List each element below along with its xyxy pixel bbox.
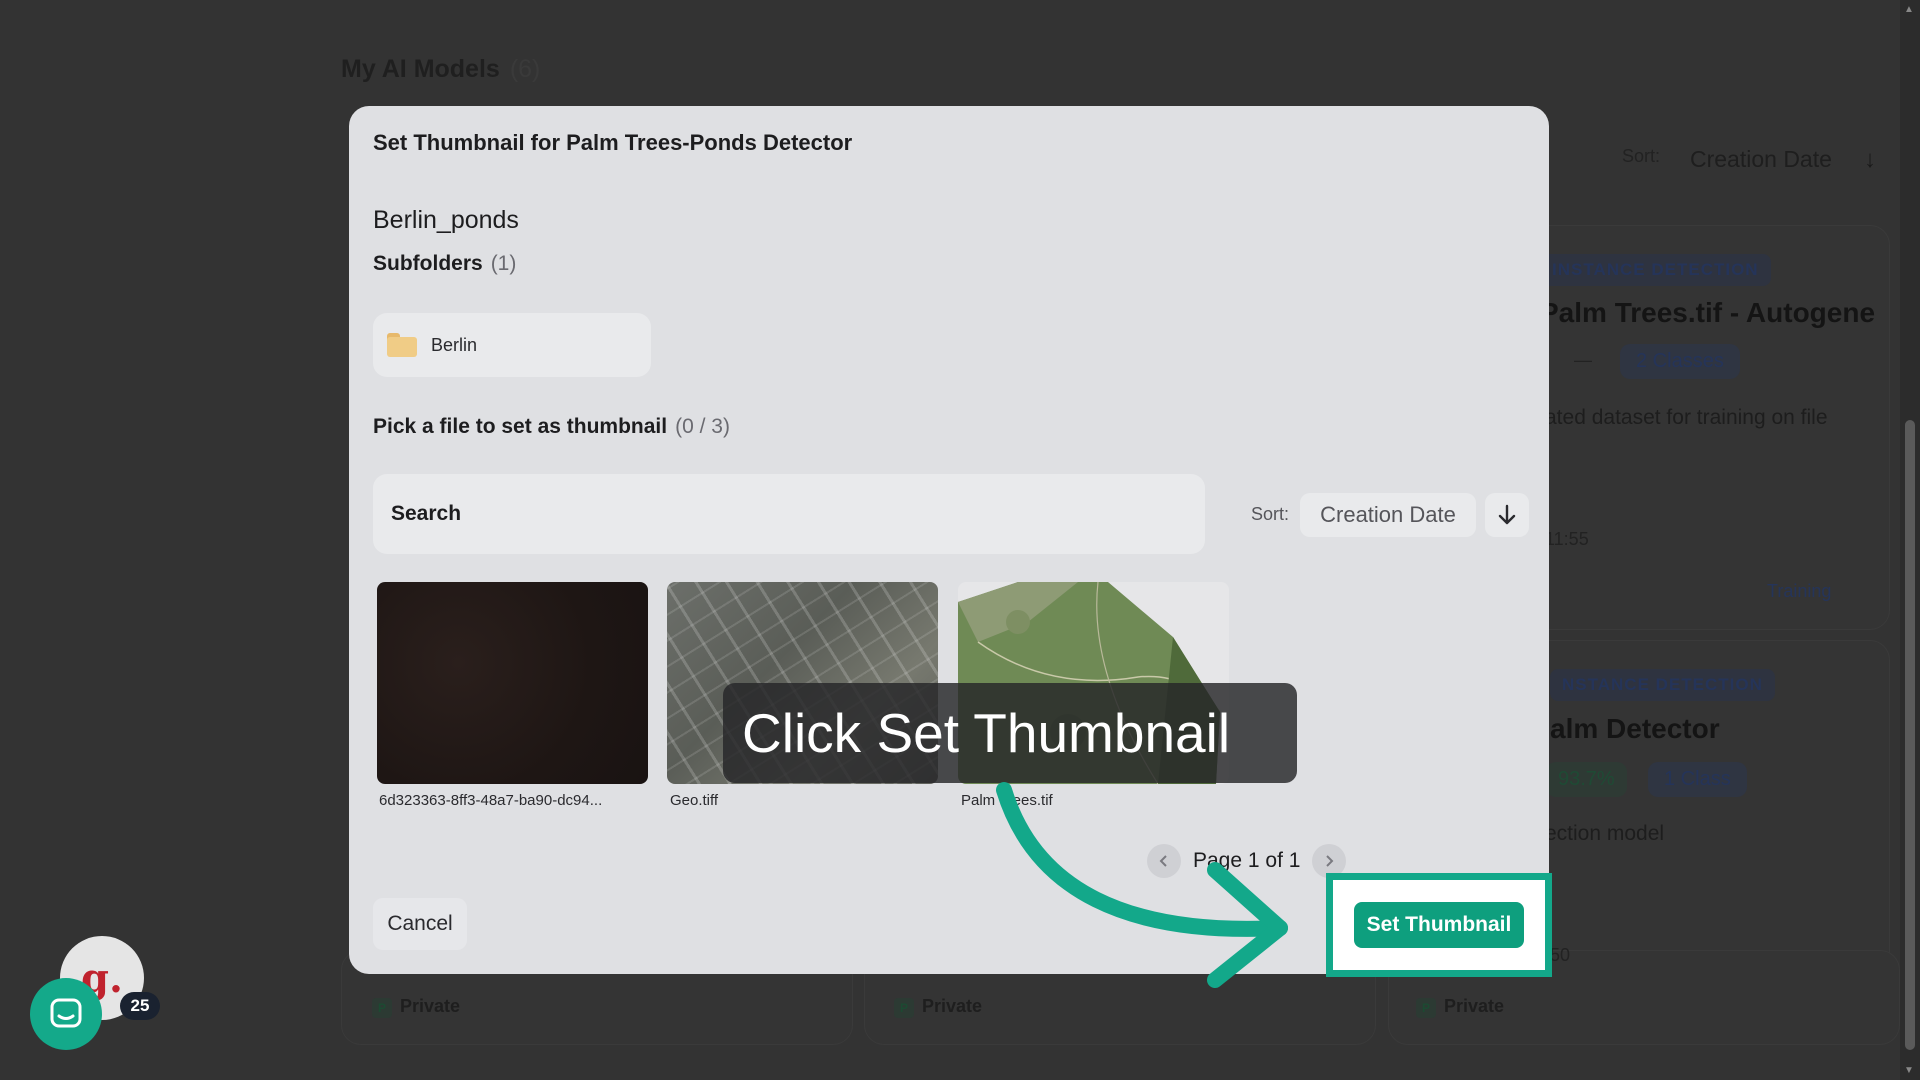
- chat-icon: [50, 998, 82, 1028]
- set-thumbnail-button[interactable]: Set Thumbnail: [1354, 902, 1524, 948]
- page-scrollbar[interactable]: ▲ ▼: [1900, 0, 1920, 1080]
- search-input[interactable]: [373, 474, 1205, 554]
- sort-label: Sort:: [1251, 504, 1290, 524]
- file-thumbnail[interactable]: [377, 582, 648, 784]
- sort-select[interactable]: Creation Date: [1300, 493, 1476, 537]
- sort-direction-button[interactable]: [1485, 493, 1529, 537]
- training-status: Training: [1767, 581, 1832, 601]
- pick-file-heading: Pick a file to set as thumbnail (0 / 3): [373, 415, 730, 438]
- file-name: Geo.tiff: [670, 792, 719, 809]
- accuracy-badge: 93.7%: [1546, 762, 1627, 797]
- tutorial-arrow-icon: [996, 782, 1288, 988]
- subfolders-heading: Subfolders (1): [373, 252, 517, 275]
- scroll-up-icon[interactable]: ▲: [1904, 4, 1914, 15]
- subfolder-label: Berlin: [431, 334, 478, 355]
- model-type-tag: INSTANCE DETECTION: [1540, 254, 1771, 286]
- bg-sort-direction-icon[interactable]: ↓: [1864, 146, 1876, 174]
- privacy-label: P Private: [1416, 996, 1504, 1018]
- folder-icon: [387, 333, 417, 357]
- subfolder-item[interactable]: Berlin: [373, 313, 651, 377]
- model-time: 50: [1550, 945, 1571, 965]
- model-time: 11:55: [1545, 529, 1589, 549]
- model-description: ection model: [1545, 822, 1665, 845]
- bg-sort-label: Sort:: [1622, 146, 1661, 166]
- notification-badge: 25: [120, 992, 160, 1020]
- classes-dropdown[interactable]: 1 Class: [1648, 762, 1747, 797]
- scroll-down-icon[interactable]: ▼: [1904, 1065, 1914, 1076]
- model-dash: —: [1574, 350, 1592, 370]
- set-thumbnail-modal: Set Thumbnail for Palm Trees-Ponds Detec…: [349, 106, 1549, 974]
- cancel-button[interactable]: Cancel: [373, 898, 467, 950]
- model-description: ated dataset for training on file: [1545, 406, 1828, 429]
- modal-title: Set Thumbnail for Palm Trees-Ponds Detec…: [373, 130, 853, 155]
- model-title: Palm Trees.tif - Autogene: [1540, 297, 1876, 328]
- chat-launcher-button[interactable]: [30, 978, 102, 1050]
- bg-sort-select[interactable]: Creation Date: [1690, 146, 1832, 173]
- model-title: alm Detector: [1550, 713, 1720, 744]
- file-name: 6d323363-8ff3-48a7-ba90-dc94...: [379, 792, 603, 809]
- scroll-thumb[interactable]: [1905, 420, 1915, 1050]
- arrow-down-icon: [1498, 504, 1516, 525]
- tutorial-tooltip: Click Set Thumbnail: [723, 683, 1297, 783]
- current-folder-name: Berlin_ponds: [373, 206, 519, 234]
- privacy-label: P Private: [894, 996, 982, 1018]
- chevron-right-icon: [1326, 855, 1334, 867]
- model-type-tag: NSTANCE DETECTION: [1550, 669, 1775, 701]
- classes-dropdown[interactable]: 2 Classes: [1620, 344, 1740, 379]
- privacy-label: P Private: [372, 996, 460, 1018]
- models-heading: My AI Models (6): [341, 55, 541, 83]
